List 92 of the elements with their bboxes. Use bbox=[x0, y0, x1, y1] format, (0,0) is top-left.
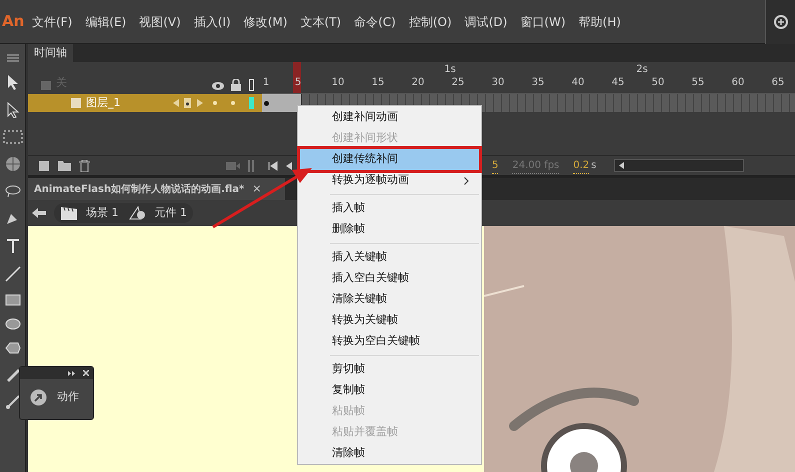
close-tab-button[interactable]: × bbox=[252, 180, 262, 198]
first-frame-icon[interactable] bbox=[268, 160, 278, 170]
menu-item[interactable]: 窗口(W) bbox=[520, 12, 566, 30]
menu-item[interactable]: 清除帧 bbox=[300, 443, 479, 464]
menu-item[interactable]: 插入关键帧 bbox=[300, 247, 479, 268]
shapes-icon bbox=[128, 206, 146, 220]
menu-item[interactable]: 控制(O) bbox=[408, 12, 452, 30]
menu-item[interactable]: 帮助(H) bbox=[578, 12, 621, 30]
menu-item[interactable]: 文本(T) bbox=[300, 12, 342, 30]
app-logo: An bbox=[1, 11, 26, 32]
document-tab[interactable]: AnimateFlash如何制作人物说话的动画.fla* × bbox=[28, 178, 285, 200]
close-icon[interactable] bbox=[83, 370, 89, 376]
menu-item[interactable]: 清除关键帧 bbox=[300, 289, 479, 310]
menu-item[interactable]: 剪切帧 bbox=[300, 359, 479, 380]
scroll-left-icon[interactable] bbox=[619, 162, 624, 169]
menu-item[interactable]: 删除帧 bbox=[300, 219, 479, 240]
menu-item[interactable]: 插入(I) bbox=[194, 12, 231, 30]
frame-number: 60 bbox=[732, 77, 744, 89]
eye-icon[interactable] bbox=[211, 81, 225, 91]
layer-icon bbox=[40, 79, 52, 91]
menu-item[interactable]: 调试(D) bbox=[464, 12, 508, 30]
step-back-icon[interactable] bbox=[284, 160, 292, 170]
timeline-tab[interactable]: 时间轴 bbox=[28, 44, 73, 62]
time-unit: s bbox=[591, 158, 596, 172]
subselect-tool-icon[interactable] bbox=[6, 102, 20, 118]
lock-dot-icon[interactable] bbox=[231, 101, 235, 105]
back-arrow-icon[interactable] bbox=[32, 208, 46, 218]
menu-item[interactable]: 插入帧 bbox=[300, 198, 479, 219]
trash-icon[interactable] bbox=[79, 160, 90, 172]
text-tool-icon[interactable] bbox=[6, 238, 20, 254]
collapse-icon[interactable] bbox=[68, 370, 75, 376]
frame-number: 30 bbox=[492, 77, 504, 89]
elapsed-time[interactable]: 0.2 bbox=[573, 158, 590, 174]
layer-icon bbox=[70, 97, 82, 109]
menu-item[interactable]: 文件(F) bbox=[32, 12, 72, 30]
frame-number: 10 bbox=[332, 77, 344, 89]
breadcrumb-link[interactable]: 元件 1 bbox=[154, 204, 187, 222]
menu-item[interactable]: 转换为关键帧 bbox=[300, 310, 479, 331]
menu-item[interactable]: 创建补间动画 bbox=[300, 107, 479, 128]
brush-tool-icon[interactable] bbox=[4, 394, 20, 410]
folder-icon[interactable] bbox=[58, 160, 71, 171]
menu-item[interactable]: 转换为逐帧动画 bbox=[300, 170, 479, 191]
menu-item[interactable]: 视图(V) bbox=[139, 12, 181, 30]
second-marker: 2s bbox=[636, 64, 648, 76]
arrow-tool-icon[interactable] bbox=[6, 74, 20, 90]
frame-number: 50 bbox=[652, 77, 664, 89]
actions-label[interactable]: 动作 bbox=[57, 389, 79, 406]
clapperboard-icon bbox=[60, 206, 78, 220]
playhead[interactable] bbox=[293, 62, 301, 93]
second-marker: 1s bbox=[444, 64, 456, 76]
menu-item[interactable]: 创建传统补间 bbox=[300, 149, 479, 170]
document-title: AnimateFlash如何制作人物说话的动画.fla* bbox=[34, 182, 244, 196]
lasso-tool-icon[interactable] bbox=[4, 184, 20, 198]
column-divider-icon[interactable] bbox=[248, 160, 254, 172]
frame-number: 5 bbox=[294, 77, 302, 89]
actions-icon[interactable] bbox=[30, 389, 47, 406]
layer-color-icon[interactable] bbox=[249, 97, 254, 109]
menu-item[interactable]: 转换为空白关键帧 bbox=[300, 331, 479, 352]
keyframe-dot-icon bbox=[264, 100, 269, 106]
submenu-chevron-icon bbox=[464, 176, 469, 184]
line-tool-icon[interactable] bbox=[4, 266, 20, 282]
new-layer-icon[interactable] bbox=[38, 160, 50, 172]
menu-item[interactable]: 命令(C) bbox=[354, 12, 396, 30]
breadcrumb-link[interactable]: 场景 1 bbox=[86, 204, 118, 222]
frame-number: 45 bbox=[612, 77, 624, 89]
frame-number: 35 bbox=[532, 77, 544, 89]
frame-number: 55 bbox=[692, 77, 704, 89]
menu-item[interactable]: 修改(M) bbox=[244, 12, 288, 30]
rectangle-tool-icon[interactable] bbox=[4, 294, 20, 306]
frame-number: 40 bbox=[572, 77, 584, 89]
frame-number: 25 bbox=[452, 77, 464, 89]
polygon-tool-icon[interactable] bbox=[4, 342, 20, 354]
oval-tool-icon[interactable] bbox=[4, 318, 20, 330]
outline-icon[interactable] bbox=[249, 79, 254, 91]
keyframe-nav-icon[interactable] bbox=[173, 98, 203, 108]
pencil-tool-icon[interactable] bbox=[4, 366, 20, 382]
horizontal-scrollbar[interactable] bbox=[614, 159, 744, 172]
visibility-dot-icon[interactable] bbox=[213, 101, 217, 105]
menu-item[interactable]: 插入空白关键帧 bbox=[300, 268, 479, 289]
globe-tool-icon[interactable] bbox=[4, 156, 20, 172]
frame-number: 15 bbox=[372, 77, 384, 89]
frame-number: 20 bbox=[412, 77, 424, 89]
frame-number: 1 bbox=[262, 77, 270, 89]
sync-panel[interactable] bbox=[765, 0, 795, 44]
menu-item[interactable]: 复制帧 bbox=[300, 380, 479, 401]
menu-icon[interactable] bbox=[6, 54, 18, 62]
lock-icon[interactable] bbox=[231, 79, 241, 91]
menu-item[interactable]: 编辑(E) bbox=[85, 12, 126, 30]
frame-number: 65 bbox=[772, 77, 784, 89]
frame-span[interactable] bbox=[262, 94, 302, 112]
current-frame[interactable]: 5 bbox=[492, 158, 498, 174]
marquee-tool-icon[interactable] bbox=[2, 130, 22, 144]
